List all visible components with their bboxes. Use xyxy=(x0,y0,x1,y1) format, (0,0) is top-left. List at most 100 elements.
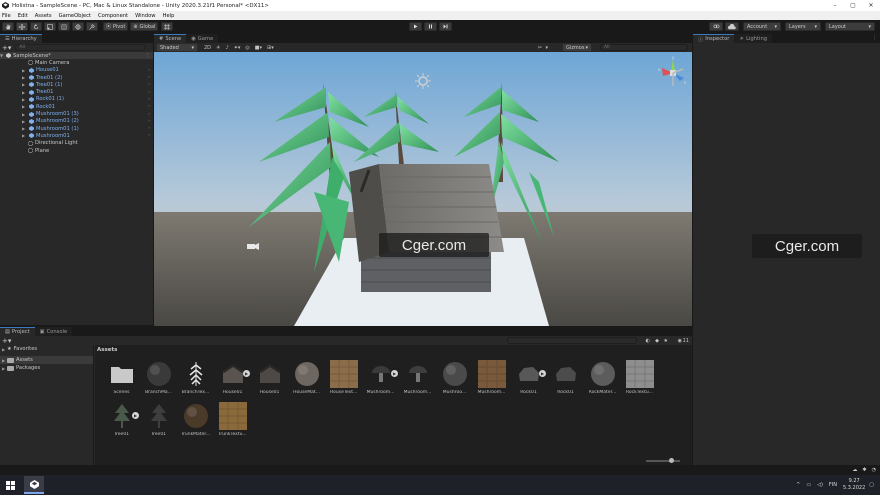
open-prefab-icon[interactable]: › xyxy=(148,82,150,87)
sidebar-item-favorites[interactable]: ▶ ★ Favorites xyxy=(0,345,93,353)
tray-arrow-icon[interactable]: ^ xyxy=(796,482,800,488)
breadcrumb[interactable]: Assets xyxy=(97,346,117,354)
open-prefab-icon[interactable]: › xyxy=(148,133,150,138)
menu-assets[interactable]: Assets xyxy=(35,13,52,19)
hierarchy-item[interactable]: ▶ House01 › xyxy=(0,67,153,74)
asset-item[interactable]: ▶ House01 xyxy=(214,360,251,402)
menu-file[interactable]: File xyxy=(2,13,11,19)
expand-prefab-icon[interactable]: ▶ xyxy=(243,370,250,377)
tab-inspector[interactable]: ⓘ Inspector xyxy=(693,34,735,43)
clock[interactable]: 9.27 5.3.2022 xyxy=(843,478,865,492)
tab-game[interactable]: ◉ Game xyxy=(186,34,219,43)
expand-arrow-icon[interactable]: ▶ xyxy=(22,126,27,131)
more-icon[interactable]: ⋮ xyxy=(146,53,151,58)
asset-item[interactable]: Mushroo... xyxy=(436,360,473,402)
asset-item[interactable]: HouseMat... xyxy=(288,360,325,402)
tab-hierarchy[interactable]: ☰ Hierarchy xyxy=(0,34,42,43)
open-prefab-icon[interactable]: › xyxy=(148,68,150,73)
favorite-icon[interactable]: ★ xyxy=(664,338,668,344)
tools-toggle-icon[interactable]: ✂ xyxy=(538,45,542,51)
sidebar-item-assets[interactable]: ▶ Assets xyxy=(0,356,93,364)
2d-toggle[interactable]: 2D xyxy=(204,45,211,51)
shading-mode-dropdown[interactable]: Shaded ▾ xyxy=(156,43,198,52)
project-search-input[interactable] xyxy=(507,337,637,344)
audio-toggle-icon[interactable]: ♪ xyxy=(226,45,229,51)
hierarchy-item[interactable]: ▶ Mushroom01 (2) › xyxy=(0,118,153,125)
expand-prefab-icon[interactable]: ▶ xyxy=(539,370,546,377)
asset-item[interactable]: RockMater... xyxy=(584,360,621,402)
hierarchy-item[interactable]: ▶ Rock01 › xyxy=(0,103,153,110)
expand-arrow-icon[interactable]: ▶ xyxy=(22,104,27,109)
asset-item[interactable]: Scenes xyxy=(103,360,140,402)
maximize-button[interactable]: ▢ xyxy=(844,0,862,11)
expand-arrow-icon[interactable]: ▶ xyxy=(22,97,27,102)
menu-component[interactable]: Component xyxy=(98,13,128,19)
asset-item[interactable]: ▶ Tree01 xyxy=(103,402,140,444)
language-indicator[interactable]: FIN xyxy=(829,482,837,488)
expand-arrow-icon[interactable]: ▶ xyxy=(22,112,27,117)
hierarchy-search-input[interactable]: All xyxy=(15,44,146,51)
menu-gameobject[interactable]: GameObject xyxy=(59,13,91,19)
hierarchy-item[interactable]: Main Camera xyxy=(0,59,153,66)
menu-edit[interactable]: Edit xyxy=(18,13,28,19)
more-icon[interactable]: ⋮ xyxy=(872,35,877,41)
asset-item[interactable]: ▶ Mushroom... xyxy=(362,360,399,402)
open-prefab-icon[interactable]: › xyxy=(148,97,150,102)
open-prefab-icon[interactable]: › xyxy=(148,112,150,117)
notification-icon[interactable]: ▢ xyxy=(869,482,874,488)
scene-viewport[interactable]: y x z xyxy=(154,52,692,326)
open-prefab-icon[interactable]: › xyxy=(148,104,150,109)
expand-arrow-icon[interactable]: ▶ xyxy=(22,82,27,87)
hierarchy-item[interactable]: ▶ Mushroom01 › xyxy=(0,132,153,139)
hierarchy-item[interactable]: Plane xyxy=(0,147,153,154)
volume-icon[interactable]: ◁) xyxy=(817,482,823,488)
orientation-gizmo[interactable]: y x z xyxy=(658,56,688,90)
play-button[interactable] xyxy=(409,22,422,31)
scene-row[interactable]: ▼ SampleScene* ⋮ xyxy=(0,52,153,60)
network-icon[interactable]: ▭ xyxy=(806,482,811,488)
layout-dropdown[interactable]: Layout ▾ xyxy=(825,22,875,31)
grid-toggle-icon[interactable]: ⊞▾ xyxy=(267,45,274,51)
tab-project[interactable]: ▤ Project xyxy=(0,327,35,336)
filter-by-type-icon[interactable]: ◐ xyxy=(646,338,650,344)
move-tool-button[interactable] xyxy=(16,22,28,31)
add-button[interactable]: +▾ xyxy=(2,337,11,345)
asset-item[interactable]: Mushroom... xyxy=(399,360,436,402)
open-prefab-icon[interactable]: › xyxy=(148,90,150,95)
expand-arrow-icon[interactable]: ▶ xyxy=(22,75,27,80)
asset-item[interactable]: TrunkMater... xyxy=(177,402,214,444)
asset-item[interactable]: Mushroom... xyxy=(473,360,510,402)
asset-item[interactable]: BranchMa... xyxy=(140,360,177,402)
zoom-slider-knob[interactable] xyxy=(669,458,674,463)
scale-tool-button[interactable] xyxy=(44,22,56,31)
asset-item[interactable]: HouseText... xyxy=(325,360,362,402)
expand-arrow-icon[interactable]: ▶ xyxy=(22,68,27,73)
tab-scene[interactable]: # Scene xyxy=(154,34,187,43)
asset-item[interactable]: RockTextu... xyxy=(621,360,658,402)
custom-tool-button[interactable] xyxy=(86,22,98,31)
expand-arrow-icon[interactable]: ▶ xyxy=(22,119,27,124)
hierarchy-item[interactable]: ▶ Mushroom01 (1) › xyxy=(0,125,153,132)
asset-item[interactable]: ▶ Rock01 xyxy=(510,360,547,402)
asset-item[interactable]: House01 xyxy=(251,360,288,402)
rect-tool-button[interactable] xyxy=(58,22,70,31)
clock-icon[interactable]: ◔ xyxy=(872,467,876,473)
open-prefab-icon[interactable]: › xyxy=(148,126,150,131)
minimize-button[interactable]: – xyxy=(826,0,844,11)
hierarchy-item[interactable]: Directional Light xyxy=(0,140,153,147)
taskbar-unity-app[interactable] xyxy=(24,476,44,494)
effects-dropdown-icon[interactable]: ✦▾ xyxy=(234,45,241,51)
asset-item[interactable]: BranchTex... xyxy=(177,360,214,402)
expand-arrow-icon[interactable]: ▶ xyxy=(22,90,27,95)
hidden-objects-icon[interactable]: ◎ xyxy=(245,45,249,51)
expand-arrow-icon[interactable]: ▶ xyxy=(22,133,27,138)
add-button[interactable]: +▾ xyxy=(2,44,11,52)
zoom-slider[interactable] xyxy=(646,458,680,463)
cloud-sync-icon[interactable]: ☁ xyxy=(852,467,857,473)
menu-help[interactable]: Help xyxy=(163,13,175,19)
hierarchy-item[interactable]: ▶ Tree01 (2) › xyxy=(0,74,153,81)
global-toggle[interactable]: ⊕ Global xyxy=(130,22,159,31)
open-prefab-icon[interactable]: › xyxy=(148,119,150,124)
hierarchy-item[interactable]: ▶ Tree01 (1) › xyxy=(0,81,153,88)
menu-window[interactable]: Window xyxy=(135,13,155,19)
